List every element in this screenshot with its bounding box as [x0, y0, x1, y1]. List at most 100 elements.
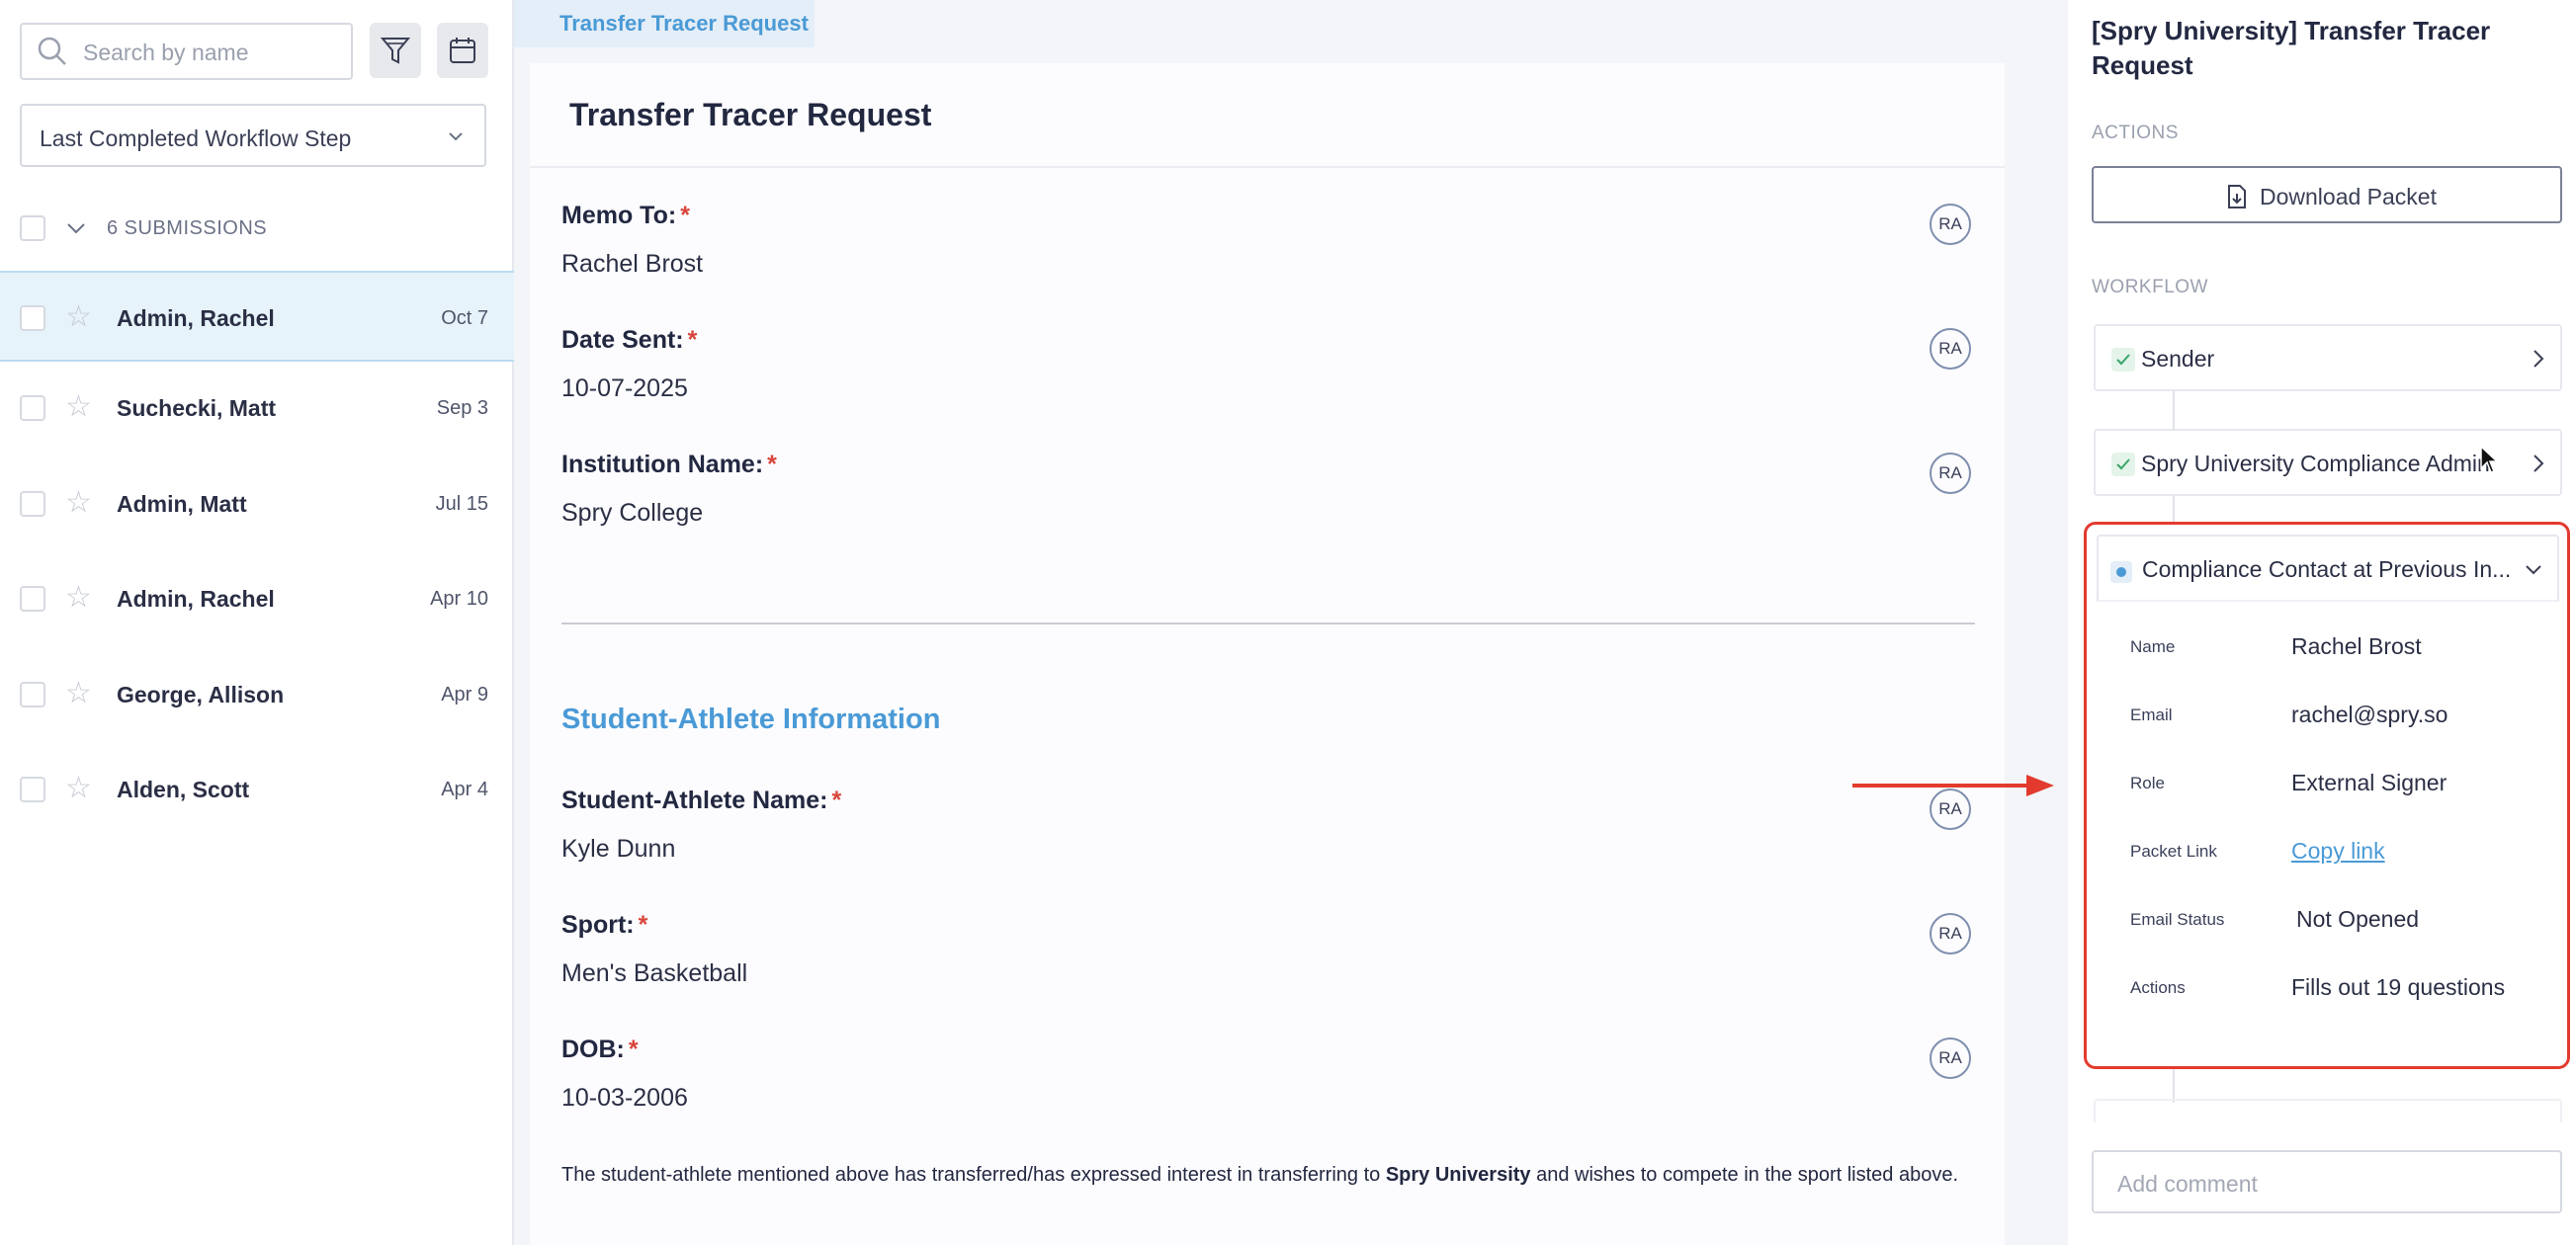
assignee-avatar: RA — [1930, 453, 1971, 494]
detail-value: External Signer — [2291, 770, 2447, 795]
submission-row[interactable]: ☆ Suchecki, Matt Sep 3 — [0, 363, 514, 454]
details-panel: [Spry University] Transfer Tracer Reques… — [2068, 0, 2576, 1245]
row-checkbox[interactable] — [20, 491, 45, 517]
detail-value: rachel@spry.so — [2291, 702, 2448, 727]
detail-key: Name — [2130, 637, 2176, 656]
chevron-down-icon[interactable] — [2524, 562, 2543, 578]
workflow-step-label: Sender — [2141, 346, 2215, 372]
calendar-icon — [450, 38, 475, 63]
calendar-button[interactable] — [437, 23, 488, 78]
filter-icon — [381, 38, 410, 64]
chevron-right-icon — [2533, 455, 2544, 472]
panel-title: [Spry University] Transfer Tracer Reques… — [2092, 16, 2491, 80]
submission-row[interactable]: ☆ Alden, Scott Apr 4 — [0, 744, 514, 835]
detail-key: Packet Link — [2130, 842, 2217, 861]
submission-date: Sep 3 — [436, 397, 488, 419]
download-packet-button[interactable]: Download Packet — [2092, 166, 2562, 223]
field-value: 10-07-2025 — [561, 374, 688, 402]
detail-key: Email — [2130, 706, 2173, 724]
annotation-arrow-icon — [1852, 775, 2054, 796]
submission-date: Jul 15 — [435, 493, 488, 515]
workflow-step-compliance-contact: Compliance Contact at Previous In... Nam… — [2084, 522, 2570, 1069]
form-viewer: Transfer Tracer Request Transfer Tracer … — [514, 0, 2068, 1245]
collapse-chevron-icon[interactable] — [65, 219, 87, 237]
submissions-sidebar: Search by name Last Completed Workflow S… — [0, 0, 514, 1245]
submission-row[interactable]: ☆ George, Allison Apr 9 — [0, 649, 514, 740]
star-icon[interactable]: ☆ — [65, 392, 92, 422]
field-label: Institution Name: * — [561, 451, 777, 478]
assignee-avatar: RA — [1930, 204, 1971, 245]
form-card: Transfer Tracer Request Memo To: * Rachel… — [530, 63, 2054, 1245]
detail-key: Email Status — [2130, 910, 2225, 929]
required-marker: * — [687, 326, 698, 354]
submission-row[interactable]: ☆ Admin, Rachel Oct 7 — [0, 271, 514, 362]
assignee-avatar: RA — [1930, 328, 1971, 370]
search-icon — [38, 37, 66, 65]
detail-value: Rachel Brost — [2291, 633, 2422, 659]
filter-button[interactable] — [370, 23, 421, 78]
detail-key: Role — [2130, 774, 2165, 792]
field-label: Memo To: * — [561, 202, 690, 229]
field-value: Spry College — [561, 499, 704, 527]
submission-row[interactable]: ☆ Admin, Rachel Apr 10 — [0, 553, 514, 644]
star-icon[interactable]: ☆ — [65, 583, 92, 613]
required-marker: * — [831, 787, 842, 814]
assignee-avatar: RA — [1930, 1038, 1971, 1079]
submission-date: Apr 4 — [441, 779, 488, 800]
add-comment-input[interactable]: Add comment — [2092, 1150, 2562, 1213]
submitter-name: Alden, Scott — [117, 777, 250, 802]
field-value: Kyle Dunn — [561, 835, 676, 863]
submitter-name: Admin, Rachel — [117, 586, 275, 612]
row-checkbox[interactable] — [20, 777, 45, 802]
workflow-label: WORKFLOW — [2092, 277, 2208, 297]
required-marker: * — [767, 451, 777, 478]
select-all-checkbox[interactable] — [20, 215, 45, 241]
submissions-header: 6 SUBMISSIONS — [0, 204, 514, 253]
submitter-name: George, Allison — [117, 682, 285, 707]
form-title: Transfer Tracer Request — [569, 97, 932, 132]
search-input[interactable]: Search by name — [20, 23, 353, 80]
workflow-step-select[interactable]: Last Completed Workflow Step — [20, 104, 486, 167]
chevron-down-icon — [449, 132, 463, 141]
field-value: Men's Basketball — [561, 959, 748, 987]
detail-key: Actions — [2130, 978, 2186, 997]
star-icon[interactable]: ☆ — [65, 488, 92, 518]
star-icon[interactable]: ☆ — [65, 679, 92, 708]
row-checkbox[interactable] — [20, 586, 45, 612]
search-placeholder: Search by name — [83, 40, 249, 65]
field-label: DOB: * — [561, 1036, 639, 1063]
form-paragraph: The student-athlete mentioned above has … — [561, 1164, 1959, 1186]
status-dot — [2116, 567, 2126, 577]
email-status-value: Not Opened — [2296, 906, 2420, 932]
field-label: Sport: * — [561, 911, 648, 939]
row-checkbox[interactable] — [20, 305, 45, 331]
comment-placeholder: Add comment — [2117, 1171, 2258, 1197]
actions-label: ACTIONS — [2092, 123, 2179, 143]
star-icon[interactable]: ☆ — [65, 774, 92, 803]
section-divider — [561, 622, 1975, 624]
check-icon — [2111, 348, 2135, 372]
assignee-avatar: RA — [1930, 913, 1971, 954]
copy-link[interactable]: Copy link — [2291, 838, 2385, 865]
workflow-step-header[interactable]: Compliance Contact at Previous In... — [2097, 535, 2559, 602]
section-title: Student-Athlete Information — [561, 704, 941, 735]
field-label: Date Sent: * — [561, 326, 698, 354]
field-label: Student-Athlete Name: * — [561, 787, 842, 814]
row-checkbox[interactable] — [20, 682, 45, 707]
workflow-step-next[interactable] — [2094, 1099, 2562, 1122]
star-icon[interactable]: ☆ — [65, 302, 92, 332]
title-divider — [530, 166, 2005, 168]
required-marker: * — [680, 202, 690, 229]
workflow-step-sender[interactable]: Sender — [2094, 324, 2562, 391]
submission-date: Apr 10 — [430, 588, 488, 610]
submitter-name: Admin, Matt — [117, 491, 247, 517]
field-value: Rachel Brost — [561, 250, 704, 278]
mouse-cursor-icon — [2480, 445, 2499, 473]
row-checkbox[interactable] — [20, 395, 45, 421]
tab-transfer-tracer-request[interactable]: Transfer Tracer Request — [514, 0, 815, 47]
check-icon — [2111, 453, 2135, 476]
submission-row[interactable]: ☆ Admin, Matt Jul 15 — [0, 458, 514, 549]
download-packet-label: Download Packet — [2260, 184, 2437, 209]
field-value: 10-03-2006 — [561, 1084, 688, 1112]
required-marker: * — [638, 911, 648, 939]
